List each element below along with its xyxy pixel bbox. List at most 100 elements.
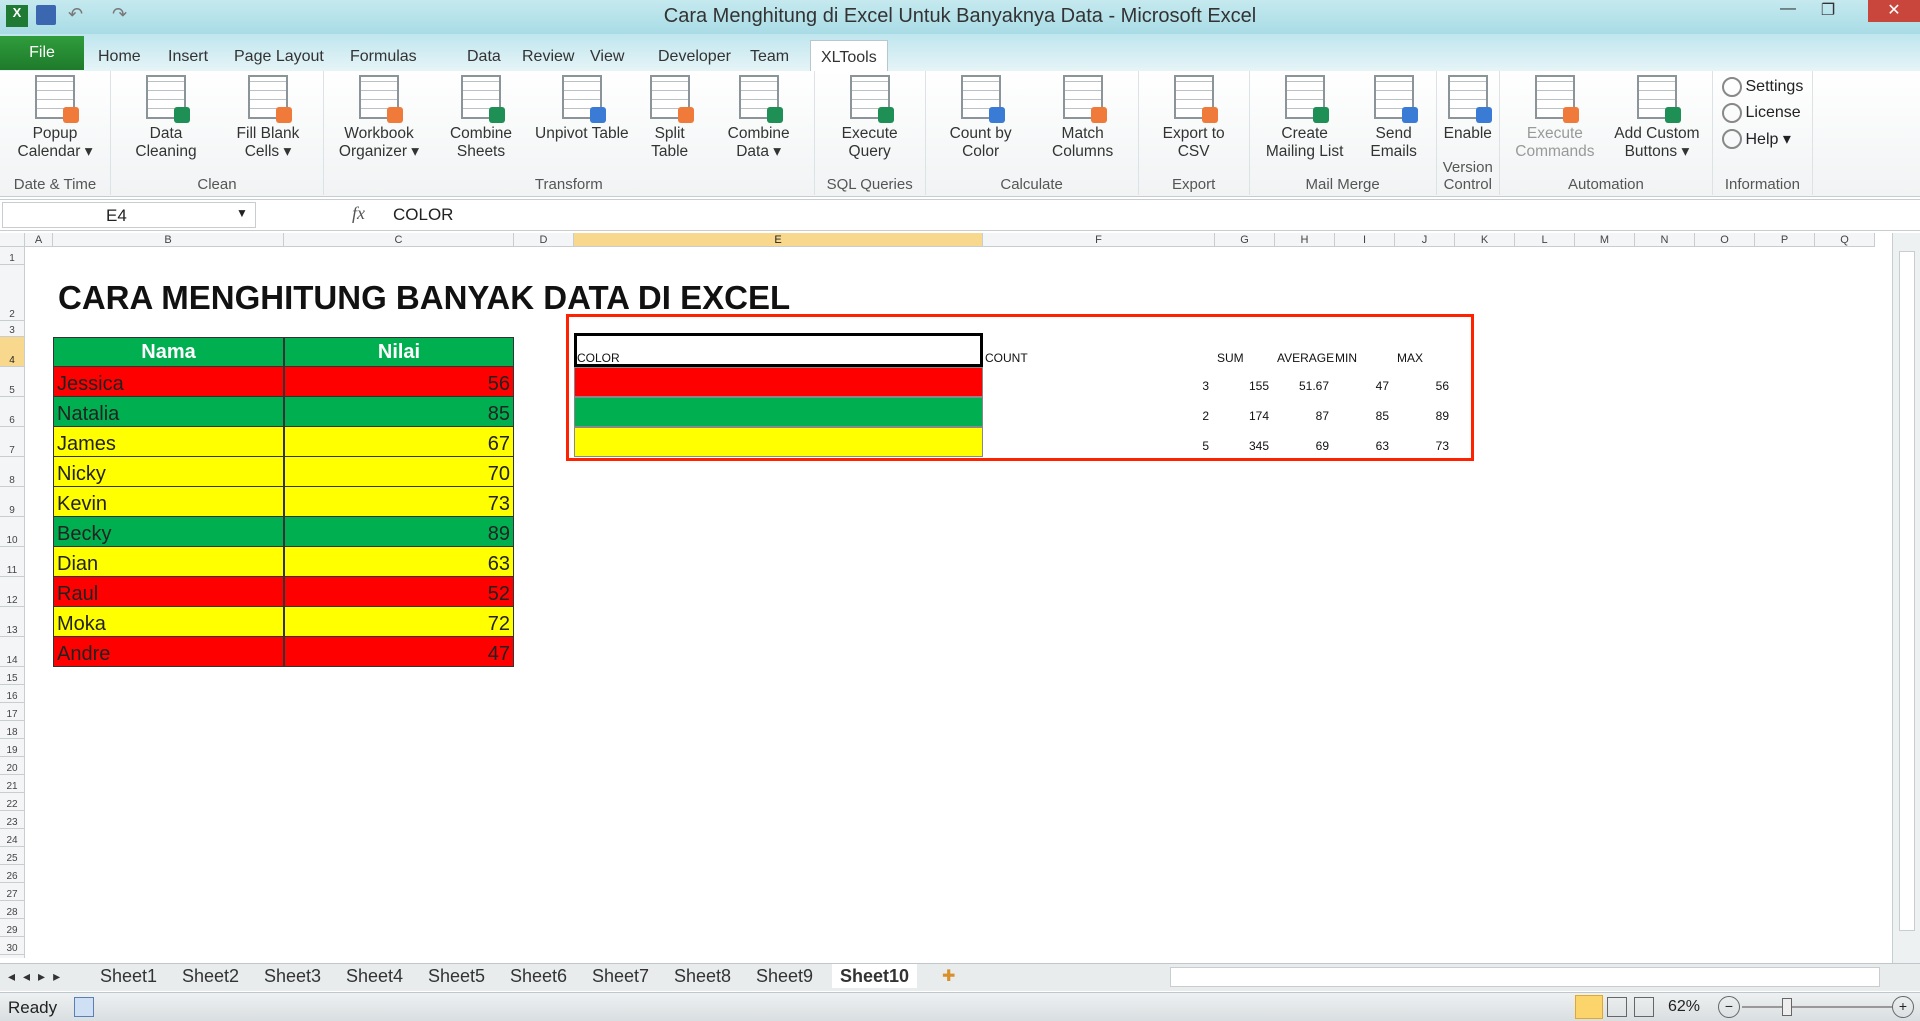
column-header-C[interactable]: C — [284, 233, 514, 247]
value-cell[interactable]: 70 — [284, 457, 514, 487]
summary-average[interactable]: 87 — [1275, 409, 1329, 423]
sheet-tab-sheet2[interactable]: Sheet2 — [182, 966, 239, 987]
unpivot-table-button[interactable]: Unpivot Table — [532, 71, 632, 171]
tab-developer[interactable]: Developer — [648, 40, 741, 71]
value-cell[interactable]: 89 — [284, 517, 514, 547]
count-by-color-button[interactable]: Count by Color — [930, 71, 1032, 171]
row-header-14[interactable]: 14 — [0, 637, 25, 667]
sheet-tab-sheet8[interactable]: Sheet8 — [674, 966, 731, 987]
row-header-22[interactable]: 22 — [0, 793, 25, 811]
row-header-24[interactable]: 24 — [0, 829, 25, 847]
name-cell[interactable]: Nicky — [53, 457, 284, 487]
summary-average[interactable]: 69 — [1275, 439, 1329, 453]
tab-view[interactable]: View — [580, 40, 634, 71]
row-header-28[interactable]: 28 — [0, 901, 25, 919]
sheet-tab-sheet9[interactable]: Sheet9 — [756, 966, 813, 987]
zoom-in-button[interactable]: + — [1892, 996, 1914, 1018]
zoom-slider[interactable] — [1742, 1006, 1892, 1008]
data-cleaning-button[interactable]: Data Cleaning — [115, 71, 217, 171]
formula-input[interactable]: COLOR — [393, 205, 453, 225]
column-header-Q[interactable]: Q — [1815, 233, 1875, 247]
summary-color-swatch[interactable] — [574, 367, 983, 397]
column-header-P[interactable]: P — [1755, 233, 1815, 247]
row-header-3[interactable]: 3 — [0, 321, 25, 337]
settings-button[interactable]: Settings — [1721, 77, 1803, 97]
summary-min[interactable]: 63 — [1335, 439, 1389, 453]
column-header-B[interactable]: B — [53, 233, 284, 247]
summary-min[interactable]: 85 — [1335, 409, 1389, 423]
summary-max[interactable]: 89 — [1395, 409, 1449, 423]
select-all-corner[interactable] — [0, 233, 25, 247]
column-header-H[interactable]: H — [1275, 233, 1335, 247]
summary-sum[interactable]: 174 — [1215, 409, 1269, 423]
scroll-thumb[interactable] — [1899, 251, 1915, 931]
name-cell[interactable]: Dian — [53, 547, 284, 577]
value-cell[interactable]: 56 — [284, 367, 514, 397]
value-cell[interactable]: 72 — [284, 607, 514, 637]
tab-xltools[interactable]: XLTools — [810, 40, 888, 71]
row-header-13[interactable]: 13 — [0, 607, 25, 637]
horizontal-scrollbar[interactable] — [1170, 967, 1880, 987]
sheet-tab-sheet3[interactable]: Sheet3 — [264, 966, 321, 987]
row-header-17[interactable]: 17 — [0, 703, 25, 721]
license-button[interactable]: License — [1721, 103, 1804, 123]
sheet-tab-sheet4[interactable]: Sheet4 — [346, 966, 403, 987]
row-header-23[interactable]: 23 — [0, 811, 25, 829]
row-header-19[interactable]: 19 — [0, 739, 25, 757]
execute-query-button[interactable]: Execute Query — [819, 71, 921, 171]
page-break-view-icon[interactable] — [1634, 997, 1654, 1017]
help-button[interactable]: Help ▾ — [1721, 129, 1804, 149]
summary-color-swatch[interactable] — [574, 397, 983, 427]
chevron-down-icon[interactable]: ▼ — [236, 206, 248, 220]
row-header-20[interactable]: 20 — [0, 757, 25, 775]
split-table-button[interactable]: Split Table — [632, 71, 708, 171]
send-emails-button[interactable]: Send Emails — [1356, 71, 1432, 171]
combine-sheets-button[interactable]: Combine Sheets — [430, 71, 532, 171]
name-cell[interactable]: Natalia — [53, 397, 284, 427]
insert-function-icon[interactable]: fx — [352, 203, 365, 224]
sheet-tab-sheet5[interactable]: Sheet5 — [428, 966, 485, 987]
maximize-button[interactable]: ❐ — [1808, 0, 1848, 22]
workbook-organizer-button[interactable]: Workbook Organizer ▾ — [328, 71, 430, 171]
popup-calendar-button[interactable]: Popup Calendar ▾ — [4, 71, 106, 171]
value-cell[interactable]: 47 — [284, 637, 514, 667]
tab-file[interactable]: File — [0, 36, 84, 70]
row-header-18[interactable]: 18 — [0, 721, 25, 739]
match-columns-button[interactable]: Match Columns — [1032, 71, 1134, 171]
tab-home[interactable]: Home — [88, 40, 151, 71]
name-cell[interactable]: Becky — [53, 517, 284, 547]
column-header-J[interactable]: J — [1395, 233, 1455, 247]
row-header-2[interactable]: 2 — [0, 265, 25, 321]
name-cell[interactable]: Andre — [53, 637, 284, 667]
sheet-tab-sheet10[interactable]: Sheet10 — [832, 964, 918, 988]
row-header-5[interactable]: 5 — [0, 367, 25, 397]
zoom-out-button[interactable]: − — [1718, 996, 1740, 1018]
summary-count[interactable]: 2 — [1155, 409, 1209, 423]
sheet-nav-arrows-icon[interactable]: ◂◂▸▸ — [8, 968, 68, 985]
sheet-tab-sheet1[interactable]: Sheet1 — [100, 966, 157, 987]
column-header-K[interactable]: K — [1455, 233, 1515, 247]
summary-sum[interactable]: 155 — [1215, 379, 1269, 393]
row-header-30[interactable]: 30 — [0, 937, 25, 955]
page-layout-view-icon[interactable] — [1607, 997, 1627, 1017]
column-header-E[interactable]: E — [574, 233, 983, 247]
column-header-A[interactable]: A — [25, 233, 53, 247]
row-header-27[interactable]: 27 — [0, 883, 25, 901]
summary-max[interactable]: 56 — [1395, 379, 1449, 393]
summary-min[interactable]: 47 — [1335, 379, 1389, 393]
column-header-L[interactable]: L — [1515, 233, 1575, 247]
column-header-I[interactable]: I — [1335, 233, 1395, 247]
summary-count[interactable]: 3 — [1155, 379, 1209, 393]
row-header-21[interactable]: 21 — [0, 775, 25, 793]
value-cell[interactable]: 73 — [284, 487, 514, 517]
row-header-15[interactable]: 15 — [0, 667, 25, 685]
row-header-16[interactable]: 16 — [0, 685, 25, 703]
row-header-11[interactable]: 11 — [0, 547, 25, 577]
row-header-10[interactable]: 10 — [0, 517, 25, 547]
execute-commands-button[interactable]: Execute Commands — [1504, 71, 1606, 171]
summary-average[interactable]: 51.67 — [1275, 379, 1329, 393]
summary-count[interactable]: 5 — [1155, 439, 1209, 453]
zoom-slider-thumb[interactable] — [1782, 998, 1792, 1016]
row-header-31[interactable]: 31 — [0, 955, 25, 958]
row-header-25[interactable]: 25 — [0, 847, 25, 865]
